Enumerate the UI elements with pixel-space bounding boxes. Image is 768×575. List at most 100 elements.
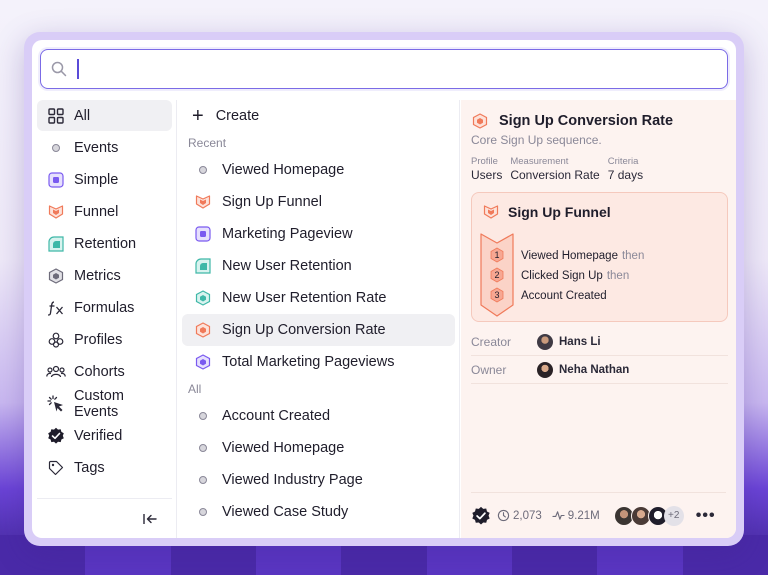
list-item-label: Viewed Industry Page [222,472,363,488]
funnel-step: Clicked Sign Up then [521,266,644,286]
list-item[interactable]: Account Created [182,400,455,432]
list-item[interactable]: Viewed Homepage [182,432,455,464]
creator-row: Creator Hans Li [471,328,728,356]
list-item[interactable]: New User Retention Rate [182,282,455,314]
list-item[interactable]: New User Retention [182,250,455,282]
search-input[interactable] [82,61,727,77]
metrics-icon [46,266,66,286]
funnel-step-then: then [606,270,630,282]
grid-icon [46,106,66,126]
list-item-label: Viewed Homepage [222,440,345,456]
avatar [537,333,553,350]
list-item-label: Account Created [222,408,331,424]
list-item[interactable]: Sign Up Funnel [182,186,455,218]
create-button[interactable]: + Create [178,100,459,132]
ownership-info: Creator Hans Li Owner Neha Nathan [461,328,736,384]
sidebar-item-events[interactable]: Events [37,132,172,163]
tag-icon [46,458,66,478]
sidebar-item-all[interactable]: All [37,100,172,131]
sidebar-item-metrics[interactable]: Metrics [37,260,172,291]
simple-report-icon [46,170,66,190]
verified-badge-icon [46,426,66,446]
app-frame: All Events Simple Funnel Retention Metri… [24,32,744,546]
verified-badge-icon [472,506,490,524]
event-dot-icon [194,471,212,489]
meta-key: Profile [471,156,498,167]
list-item[interactable]: Viewed Industry Page [182,464,455,496]
funnel-step-label: Clicked Sign Up [521,270,603,282]
search-box[interactable] [40,49,728,89]
profiles-icon [46,330,66,350]
preview-footer: 2,073 9.21M +2 ••• [471,492,726,538]
type-filter-sidebar: All Events Simple Funnel Retention Metri… [32,100,177,538]
list-item-label: Marketing Pageview [222,226,353,242]
list-item-selected[interactable]: Sign Up Conversion Rate [182,314,455,346]
funnel-step-label: Viewed Homepage [521,250,618,262]
funnel-metric-icon [471,112,489,130]
plus-icon: + [192,105,204,127]
preview-title: Sign Up Conversion Rate [499,113,674,129]
collapse-sidebar-button[interactable] [37,498,172,538]
list-item[interactable]: Viewed Case Study [182,496,455,528]
funnel-card-title: Sign Up Funnel [472,193,727,221]
preview-description: Core Sign Up sequence. [471,133,602,147]
meta-criteria: Criteria 7 days [608,156,643,182]
creator-name[interactable]: Hans Li [559,336,601,348]
results-list: + Create Recent Viewed Homepage Sign Up … [178,100,460,538]
sidebar-item-label: Retention [74,235,137,252]
preview-title-row: Sign Up Conversion Rate [461,100,736,130]
event-dot-icon [194,161,212,179]
funnel-step-number: 3 [494,290,499,300]
views-count: 2,073 [513,509,542,522]
event-dot-icon [194,407,212,425]
retention-icon [46,234,66,254]
sidebar-item-funnel[interactable]: Funnel [37,196,172,227]
owner-name[interactable]: Neha Nathan [559,364,629,376]
sidebar-item-cohorts[interactable]: Cohorts [37,356,172,387]
meta-value: Users [471,168,503,182]
sidebar-item-retention[interactable]: Retention [37,228,172,259]
list-item[interactable]: Marketing Pageview [182,218,455,250]
meta-value: 7 days [607,168,644,182]
history-icon [497,509,510,522]
funnel-step-label: Account Created [521,290,607,302]
funnel-steps-graphic: 1 2 3 [480,233,514,317]
sidebar-item-verified[interactable]: Verified [37,420,172,451]
more-viewers-count: +2 [663,505,684,526]
simple-report-icon [194,225,212,243]
events-stat: 9.21M [552,509,600,522]
list-item[interactable]: Total Marketing Pageviews [182,346,455,378]
funnel-icon [482,203,500,221]
sidebar-item-tags[interactable]: Tags [37,452,172,483]
list-item-label: Total Marketing Pageviews [222,354,395,370]
custom-events-icon [46,394,66,414]
sidebar-item-label: Profiles [74,331,123,348]
owner-row: Owner Neha Nathan [471,356,728,384]
sidebar-item-label: Funnel [74,203,119,220]
sidebar-item-simple[interactable]: Simple [37,164,172,195]
formula-fx-icon [46,298,66,318]
simple-metric-icon [194,353,212,371]
sidebar-item-profiles[interactable]: Profiles [37,324,172,355]
retention-metric-icon [194,289,212,307]
event-dot-icon [194,503,212,521]
funnel-steps: Viewed Homepage then Clicked Sign Up the… [521,246,644,306]
retention-icon [194,257,212,275]
events-count: 9.21M [567,509,600,522]
funnel-metric-icon [194,321,212,339]
list-item[interactable]: Viewed Homepage [182,154,455,186]
section-all: All [188,382,202,396]
meta-key: Measurement [510,156,569,167]
collapse-left-icon [143,513,157,524]
funnel-card[interactable]: Sign Up Funnel 1 2 3 Viewed Homepage the… [471,192,728,322]
sidebar-item-custom-events[interactable]: Custom Events [37,388,172,420]
meta-profile: Profile Users [471,156,502,182]
more-options-button[interactable]: ••• [696,507,716,525]
activity-icon [552,511,565,520]
list-item-label: New User Retention [222,258,352,274]
funnel-icon [46,202,66,222]
viewer-avatars[interactable]: +2 [613,505,684,526]
creator-label: Creator [471,334,512,349]
sidebar-item-formulas[interactable]: Formulas [37,292,172,323]
sidebar-item-label: Simple [74,171,119,188]
